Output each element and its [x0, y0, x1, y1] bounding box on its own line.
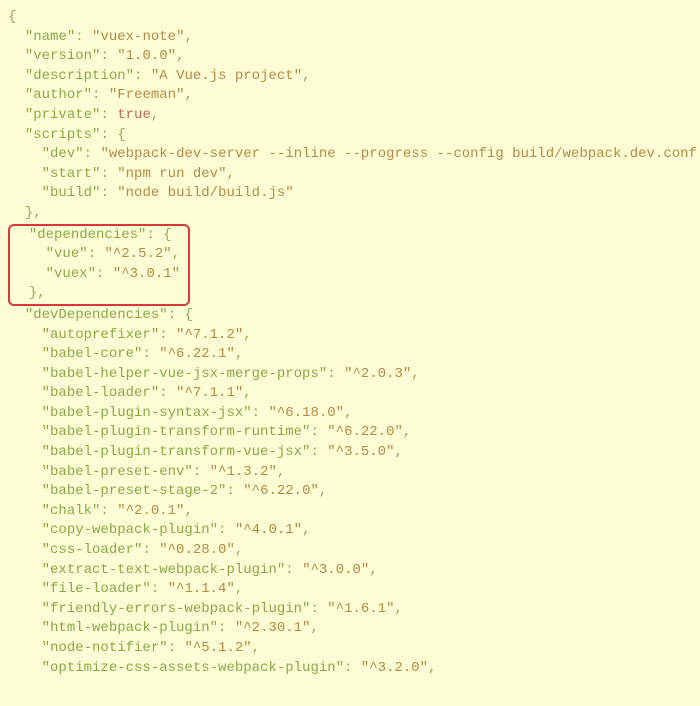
json-block: { "name": "vuex-note", "version": "1.0.0… [8, 8, 692, 698]
highlight-box: "dependencies": { "vue": "^2.5.2", "vuex… [8, 224, 190, 306]
devdeps-list: "autoprefixer": "^7.1.2", "babel-core": … [8, 327, 437, 676]
